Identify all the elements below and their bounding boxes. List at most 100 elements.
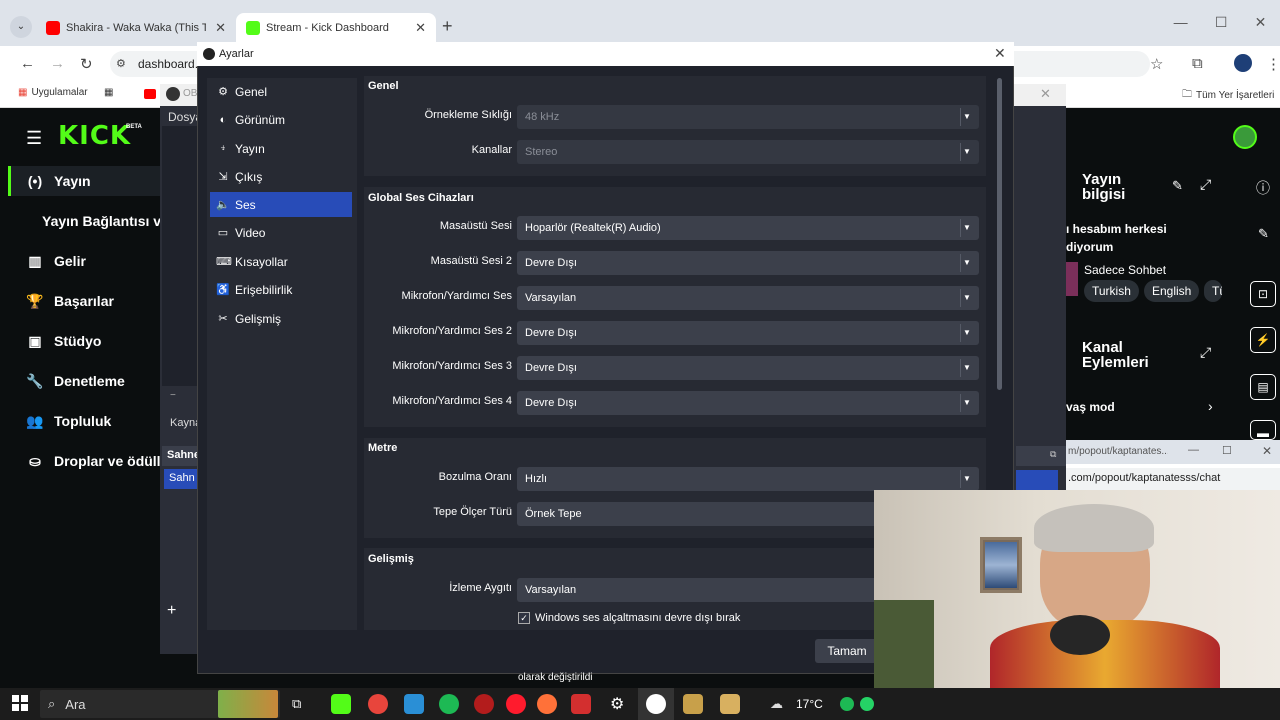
obs-minus-icon[interactable]: − — [170, 390, 176, 401]
edit-icon[interactable]: ✎ — [1258, 226, 1269, 242]
desktop-audio-select[interactable]: Hoparlör (Realtek(R) Audio) ▼ — [517, 216, 979, 240]
lightning-action-icon[interactable]: ⚡ — [1250, 327, 1276, 353]
youtube-bookmark-icon[interactable] — [144, 89, 156, 99]
sample-rate-select[interactable]: 48 kHz ▼ — [517, 105, 979, 129]
settings-gear-icon[interactable]: ⚙ — [610, 694, 624, 714]
firefox-icon[interactable] — [537, 694, 557, 714]
minimize-icon[interactable]: — — [1174, 14, 1188, 31]
sidebar-item-topluluk[interactable]: 👥 Topluluk — [26, 410, 111, 432]
maximize-icon[interactable]: ☐ — [1215, 14, 1228, 31]
close-window-icon[interactable]: ✕ — [1255, 14, 1267, 31]
nav-genel[interactable]: ⚙ Genel — [210, 79, 352, 104]
hamburger-menu-icon[interactable]: ☰ — [26, 128, 42, 149]
chat-action-icon[interactable]: ▬ — [1250, 420, 1276, 440]
search-highlight-image — [218, 690, 278, 718]
channel-action-item[interactable]: vaş mod — [1066, 400, 1115, 414]
obs-undock-icon[interactable]: ⧉ — [1050, 449, 1056, 460]
bookmark-all[interactable]: 🗀 Tüm Yer İşaretleri — [1182, 87, 1274, 104]
nav-cikis[interactable]: ⇲ Çıkış — [210, 164, 352, 189]
bookmark-apps[interactable]: ▦ Uygulamalar — [18, 87, 88, 98]
mic-aux-2-select[interactable]: Devre Dışı ▼ — [517, 321, 979, 345]
sample-rate-label: Örnekleme Sıklığı — [424, 109, 512, 121]
obs-icon[interactable] — [646, 694, 666, 714]
expand-icon[interactable]: ⤢ — [1200, 176, 1211, 193]
close-tab-icon[interactable]: ✕ — [215, 20, 226, 36]
sidebar-item-stream-connection[interactable]: Yayın Bağlantısı ve — [42, 210, 169, 232]
chevron-right-icon[interactable]: › — [1208, 398, 1213, 414]
nav-ses[interactable]: 🔈 Ses — [210, 192, 352, 217]
bookmark-star-icon[interactable]: ☆ — [1150, 55, 1163, 73]
obs-add-scene-icon[interactable]: + — [167, 602, 176, 620]
tab-shakira[interactable]: Shakira - Waka Waka (This Time ✕ — [36, 13, 236, 43]
ok-button[interactable]: Tamam — [815, 639, 879, 663]
category-name[interactable]: Sadece Sohbet — [1084, 263, 1166, 277]
sidebar-item-basarilar[interactable]: 🏆 Başarılar — [26, 290, 114, 312]
gear-icon: ⚙ — [218, 86, 228, 98]
tag-chip[interactable]: Tü — [1204, 280, 1222, 302]
spotify-tray-icon[interactable] — [840, 697, 854, 711]
task-view-icon[interactable]: ⧉ — [292, 696, 301, 712]
chevron-down-icon: ▼ — [960, 216, 974, 240]
ducking-checkbox[interactable]: ✓ — [518, 612, 530, 624]
tab-kick-dashboard[interactable]: Stream - Kick Dashboard ✕ — [236, 13, 436, 43]
site-info-icon[interactable]: ⚙ — [116, 57, 126, 70]
opera-icon[interactable] — [506, 694, 526, 714]
whatsapp-tray-icon[interactable] — [860, 697, 874, 711]
sidebar-item-studyo[interactable]: ▣ Stüdyo — [26, 330, 101, 352]
sidebar-item-yayin[interactable]: (•) Yayın — [26, 170, 91, 192]
reload-icon[interactable]: ↻ — [80, 55, 93, 73]
back-icon[interactable]: ← — [20, 55, 35, 72]
tab-search-icon[interactable]: ⌄ — [10, 16, 32, 38]
obs-close-icon[interactable]: ✕ — [1040, 86, 1051, 102]
nav-erisebilirlik[interactable]: ♿ Erişebilirlik — [210, 277, 352, 302]
popout-maximize-icon[interactable]: ☐ — [1222, 444, 1232, 457]
mic-aux-4-select[interactable]: Devre Dışı ▼ — [517, 391, 979, 415]
kick-app-icon[interactable] — [331, 694, 351, 714]
nav-video[interactable]: ▭ Video — [210, 220, 352, 245]
info-icon[interactable]: ⓘ — [1256, 178, 1270, 198]
note-action-icon[interactable]: ▤ — [1250, 374, 1276, 400]
sidebar-item-denetleme[interactable]: 🔧 Denetleme — [26, 370, 125, 392]
edit-pencil-icon[interactable]: ✎ — [1172, 178, 1183, 194]
popout-close-icon[interactable]: ✕ — [1262, 444, 1272, 458]
desktop-audio-2-select[interactable]: Devre Dışı ▼ — [517, 251, 979, 275]
new-tab-icon[interactable]: + — [442, 16, 453, 37]
app-icon[interactable] — [474, 694, 494, 714]
app-icon[interactable] — [571, 694, 591, 714]
menu-dots-icon[interactable]: ⋮ — [1266, 55, 1280, 73]
expand-icon[interactable]: ⤢ — [1200, 344, 1211, 361]
tag-chip[interactable]: English — [1144, 280, 1200, 302]
mic-aux-3-select[interactable]: Devre Dışı ▼ — [517, 356, 979, 380]
chrome-icon[interactable] — [368, 694, 388, 714]
nav-yayin[interactable]: ⍖ Yayın — [210, 136, 352, 161]
user-avatar[interactable] — [1233, 125, 1257, 149]
stream-title-line1: ı hesabım herkesi — [1066, 222, 1167, 236]
settings-scrollbar[interactable] — [997, 78, 1002, 390]
camera-action-icon[interactable]: ⊡ — [1250, 281, 1276, 307]
explorer-icon[interactable] — [404, 694, 424, 714]
close-tab-icon[interactable]: ✕ — [415, 20, 426, 36]
obs-control-button[interactable] — [1016, 470, 1058, 490]
sidebar-item-gelir[interactable]: ▥ Gelir — [26, 250, 86, 272]
extensions-icon[interactable]: ⧉ — [1192, 55, 1203, 72]
app-icon[interactable] — [683, 694, 703, 714]
forward-icon[interactable]: → — [50, 55, 65, 72]
profile-avatar[interactable] — [1234, 54, 1252, 72]
decay-rate-select[interactable]: Hızlı ▼ — [517, 467, 979, 491]
channels-label: Kanallar — [471, 144, 512, 156]
app-icon[interactable] — [720, 694, 740, 714]
spotify-icon[interactable] — [439, 694, 459, 714]
mic-aux-select[interactable]: Varsayılan ▼ — [517, 286, 979, 310]
channels-select[interactable]: Stereo ▼ — [517, 140, 979, 164]
sidebar-item-droplar[interactable]: ⛀ Droplar ve ödülle — [26, 450, 168, 472]
dialog-close-icon[interactable]: ✕ — [994, 45, 1006, 62]
windows-start-icon[interactable] — [12, 695, 28, 711]
tag-chip[interactable]: Turkish — [1084, 280, 1139, 302]
group-title-meter: Metre — [368, 442, 398, 454]
popout-minimize-icon[interactable]: — — [1188, 444, 1199, 456]
kick-logo[interactable]: KICK — [58, 121, 131, 151]
nav-gelismis[interactable]: ✂ Gelişmiş — [210, 306, 352, 331]
nav-gorunum[interactable]: ◐ Görünüm — [210, 107, 352, 132]
grid-icon[interactable]: ▦ — [104, 87, 113, 98]
nav-kisayollar[interactable]: ⌨ Kısayollar — [210, 249, 352, 274]
